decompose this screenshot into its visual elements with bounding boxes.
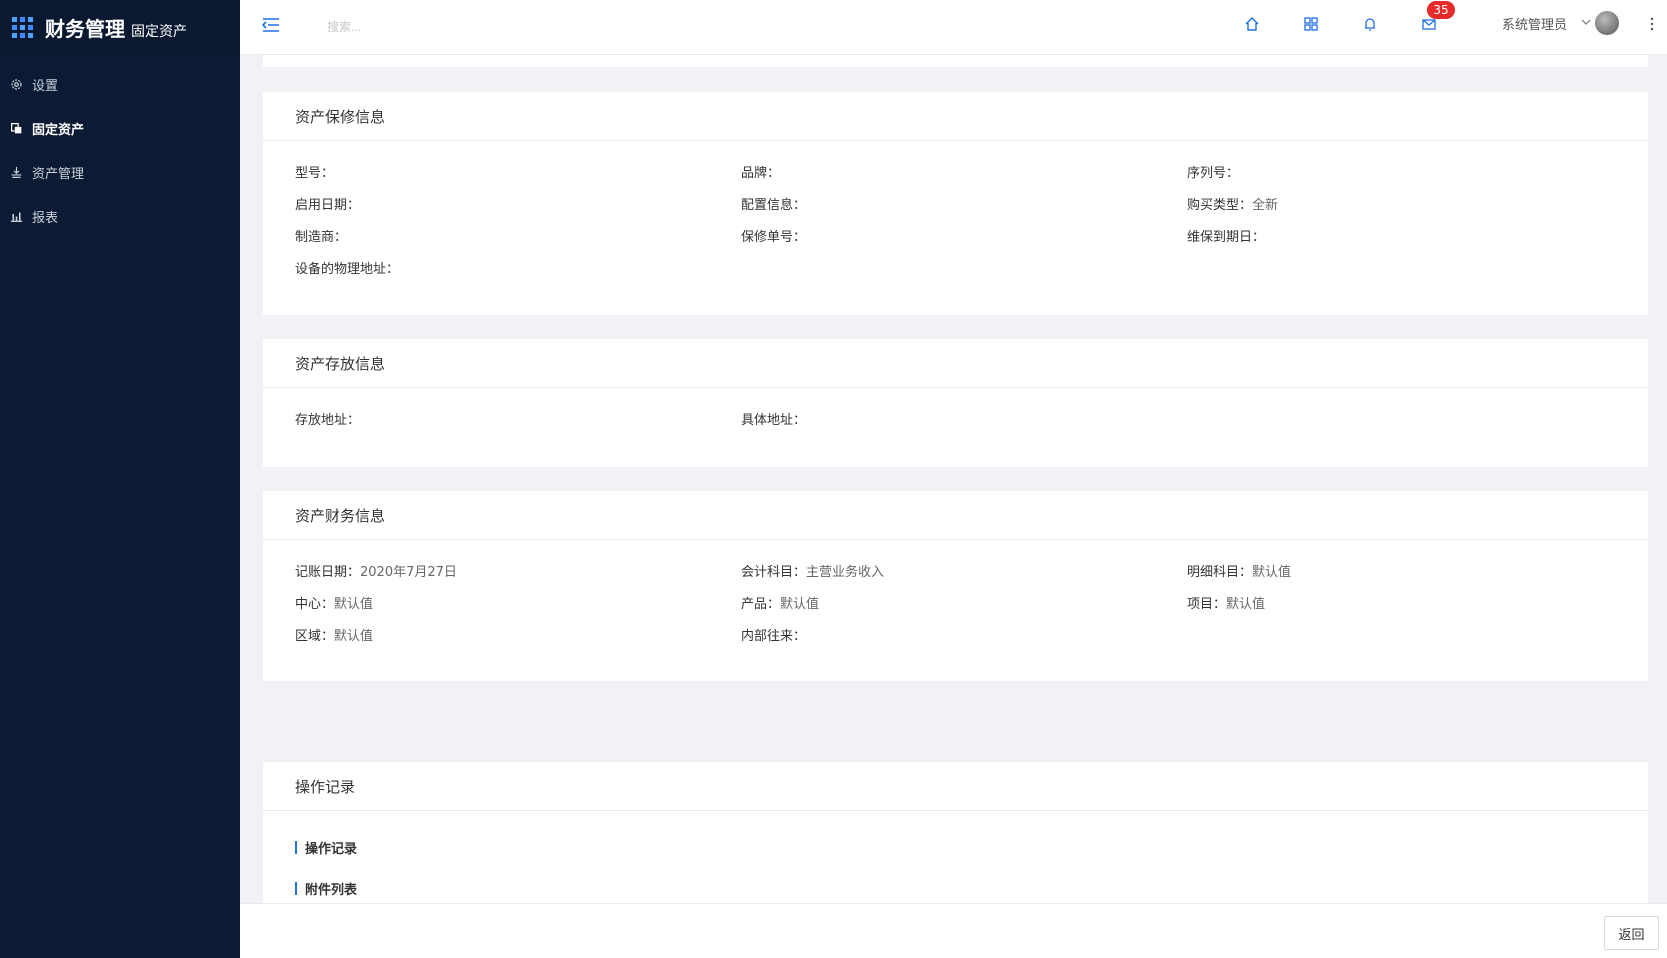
field-warranty-number: 保修单号： [741,230,807,245]
app-grid-icon [12,17,33,38]
card-title: 资产保修信息 [263,92,1648,141]
sidebar-item-label: 设置 [32,78,59,94]
finance-info-card: 资产财务信息 记账日期：2020年7月27日 会计科目：主营业务收入 明细科目：… [263,491,1648,681]
field-internal-transaction: 内部往来： [741,629,807,644]
card-title: 资产财务信息 [263,491,1648,540]
previous-card [263,55,1648,67]
field-region: 区域：默认值 [295,629,374,644]
sidebar-item-label: 报表 [32,210,59,226]
card-title: 操作记录 [263,762,1648,811]
user-name[interactable]: 系统管理员 [1502,14,1567,33]
brand[interactable]: 财务管理 固定资产 [0,0,240,55]
field-physical-address: 设备的物理地址： [295,262,400,277]
field-serial-number: 序列号： [1187,166,1240,181]
field-posting-date: 记账日期：2020年7月27日 [295,565,457,580]
bar-chart-icon [9,209,23,223]
search-input[interactable] [327,14,547,40]
asset-icon [9,165,23,179]
operation-records-heading[interactable]: 操作记录 [263,837,1648,857]
storage-fields: 存放地址： 具体地址： [263,388,1648,437]
field-purchase-type: 购买类型：全新 [1187,198,1279,213]
apps-grid-icon[interactable] [1301,14,1321,34]
field-model: 型号： [295,166,335,181]
field-project: 项目：默认值 [1187,597,1266,612]
gear-icon [9,77,23,91]
field-storage-address: 存放地址： [295,413,361,428]
more-vertical-icon[interactable] [1647,14,1657,34]
chevron-down-icon[interactable] [1580,16,1592,28]
field-brand: 品牌： [741,166,781,181]
menu-collapse-icon[interactable] [260,14,282,36]
sidebar-item-asset-management[interactable]: 资产管理 [0,150,240,194]
avatar[interactable] [1595,11,1619,35]
field-start-date: 启用日期： [295,198,361,213]
storage-info-card: 资产存放信息 存放地址： 具体地址： [263,339,1648,467]
sidebar-menu: 设置 固定资产 资产管理 报表 [0,55,240,238]
top-header: 35 系统管理员 [240,0,1667,55]
field-manufacturer: 制造商： [295,230,348,245]
back-button[interactable]: 返回 [1604,916,1659,950]
footer-bar: 返回 [240,903,1667,958]
sidebar-item-label: 固定资产 [32,122,85,138]
warranty-fields: 型号： 品牌： 序列号： 启用日期： 配置信息： 购买类型：全新 制造商： 保修… [263,141,1648,286]
home-icon[interactable] [1242,14,1262,34]
operation-records-card: 操作记录 操作记录 附件列表 [263,762,1648,903]
bell-icon[interactable] [1360,14,1380,34]
sidebar-item-reports[interactable]: 报表 [0,194,240,238]
field-center: 中心：默认值 [295,597,374,612]
sidebar-item-fixed-assets[interactable]: 固定资产 [0,106,240,150]
field-product: 产品：默认值 [741,597,820,612]
mail-count-badge: 35 [1427,1,1455,19]
card-title: 资产存放信息 [263,339,1648,388]
field-account-subject: 会计科目：主营业务收入 [741,565,885,580]
main-content: 资产保修信息 型号： 品牌： 序列号： 启用日期： 配置信息： 购买类型：全新 … [240,55,1667,903]
sidebar-item-label: 资产管理 [32,166,85,182]
field-detail-address: 具体地址： [741,413,807,428]
field-detail-subject: 明细科目：默认值 [1187,565,1292,580]
sidebar: 财务管理 固定资产 设置 固定资产 资产管理 报表 [0,0,240,958]
field-warranty-expiry: 维保到期日： [1187,230,1266,245]
attachments-heading[interactable]: 附件列表 [263,878,1648,898]
sidebar-item-settings[interactable]: 设置 [0,62,240,106]
field-config-info: 配置信息： [741,198,807,213]
brand-title: 财务管理 [45,17,125,41]
warranty-info-card: 资产保修信息 型号： 品牌： 序列号： 启用日期： 配置信息： 购买类型：全新 … [263,92,1648,315]
finance-fields: 记账日期：2020年7月27日 会计科目：主营业务收入 明细科目：默认值 中心：… [263,540,1648,653]
brand-subtitle: 固定资产 [131,23,187,40]
copy-icon [9,121,23,135]
